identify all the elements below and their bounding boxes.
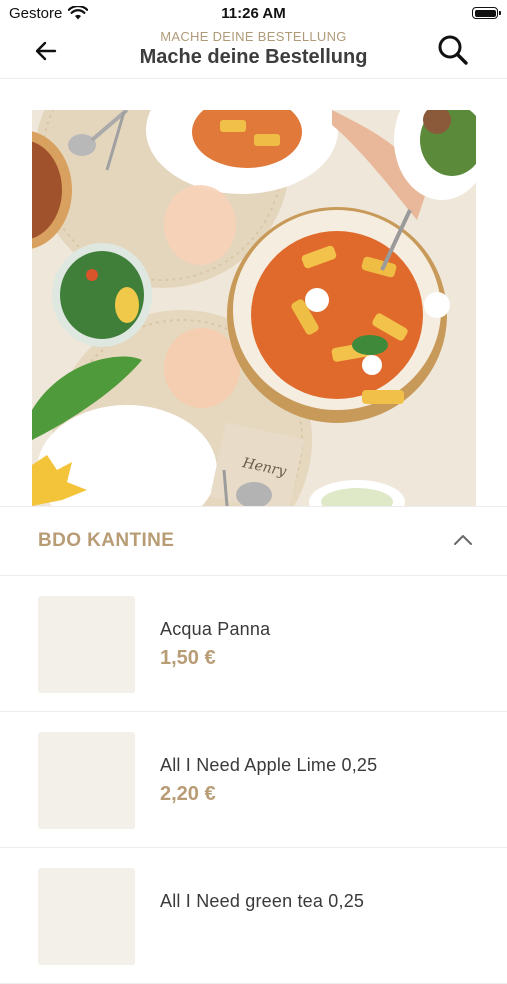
list-item[interactable]: All I Need green tea 0,25 bbox=[0, 848, 507, 984]
app-header: MACHE DEINE BESTELLUNG Mache deine Beste… bbox=[0, 28, 507, 79]
item-name: All I Need Apple Lime 0,25 bbox=[160, 755, 378, 775]
item-price: 2,20 € bbox=[160, 783, 216, 805]
search-icon bbox=[437, 34, 469, 71]
chevron-up-icon[interactable] bbox=[453, 533, 473, 551]
status-bar: Gestore 11:26 AM bbox=[0, 0, 507, 28]
item-price: 1,50 € bbox=[160, 647, 216, 669]
item-name: All I Need green tea 0,25 bbox=[160, 891, 365, 911]
page-title: Mache deine Bestellung bbox=[139, 46, 368, 68]
item-thumbnail bbox=[38, 732, 135, 829]
item-thumbnail bbox=[38, 596, 135, 693]
search-button[interactable] bbox=[435, 34, 471, 70]
item-name: Acqua Panna bbox=[160, 619, 271, 639]
section-title: BDO KANTINE bbox=[38, 530, 175, 551]
hero-food-image: Henry bbox=[32, 110, 476, 506]
section-header-bdo-kantine[interactable]: BDO KANTINE bbox=[0, 506, 507, 576]
battery-icon bbox=[472, 7, 501, 19]
list-item[interactable]: Acqua Panna 1,50 € bbox=[0, 576, 507, 712]
list-item[interactable]: All I Need Apple Lime 0,25 2,20 € bbox=[0, 712, 507, 848]
header-subtitle: MACHE DEINE BESTELLUNG bbox=[160, 29, 347, 44]
item-thumbnail bbox=[38, 868, 135, 965]
status-time: 11:26 AM bbox=[221, 5, 286, 22]
